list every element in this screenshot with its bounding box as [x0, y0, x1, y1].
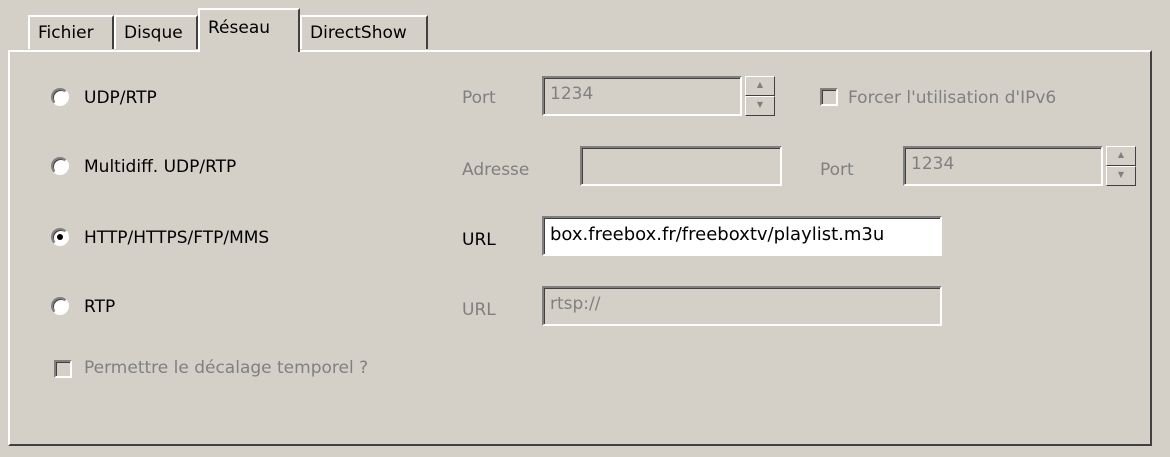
udp-port-label: Port	[462, 88, 496, 108]
tab-directshow[interactable]: DirectShow	[300, 15, 428, 49]
timeshift-label: Permettre le décalage temporel ?	[84, 358, 369, 378]
spin-up-icon[interactable]: ▲	[1106, 146, 1136, 166]
rtp-radio[interactable]	[51, 297, 69, 315]
tab-disque[interactable]: Disque	[114, 15, 198, 49]
rtp-url-label: URL	[462, 300, 496, 320]
ipv6-checkbox[interactable]	[820, 88, 838, 106]
multicast-port-field[interactable]: 1234	[903, 146, 1103, 186]
udp-rtp-radio[interactable]	[51, 88, 69, 106]
http-radio[interactable]	[51, 228, 69, 246]
multicast-radio[interactable]	[51, 157, 69, 175]
rtp-label: RTP	[84, 297, 116, 317]
http-label: HTTP/HTTPS/FTP/MMS	[84, 228, 270, 248]
spin-down-icon[interactable]: ▼	[1106, 166, 1136, 186]
multicast-address-label: Adresse	[462, 160, 530, 180]
udp-port-spinner[interactable]: ▲ ▼	[745, 76, 775, 116]
tab-reseau[interactable]: Réseau	[198, 8, 300, 52]
udp-port-field[interactable]: 1234	[542, 76, 742, 116]
ipv6-label: Forcer l'utilisation d'IPv6	[848, 88, 1057, 108]
tab-directshow-label: DirectShow	[310, 23, 407, 43]
tab-reseau-label: Réseau	[208, 18, 271, 38]
multicast-port-label: Port	[820, 160, 854, 180]
http-url-label: URL	[462, 230, 496, 250]
timeshift-checkbox[interactable]	[54, 360, 72, 378]
multicast-label: Multidiff. UDP/RTP	[84, 157, 237, 177]
radio-selected-icon	[57, 234, 63, 240]
multicast-address-field[interactable]	[580, 146, 782, 186]
tab-fichier[interactable]: Fichier	[28, 15, 114, 49]
spin-up-icon[interactable]: ▲	[745, 76, 775, 96]
http-url-field[interactable]: box.freebox.fr/freeboxtv/playlist.m3u	[542, 216, 942, 256]
spin-down-icon[interactable]: ▼	[745, 96, 775, 116]
rtp-url-field[interactable]: rtsp://	[542, 286, 942, 326]
tab-disque-label: Disque	[124, 23, 183, 43]
multicast-port-spinner[interactable]: ▲ ▼	[1106, 146, 1136, 186]
udp-rtp-label: UDP/RTP	[84, 88, 157, 108]
tab-fichier-label: Fichier	[38, 23, 94, 43]
